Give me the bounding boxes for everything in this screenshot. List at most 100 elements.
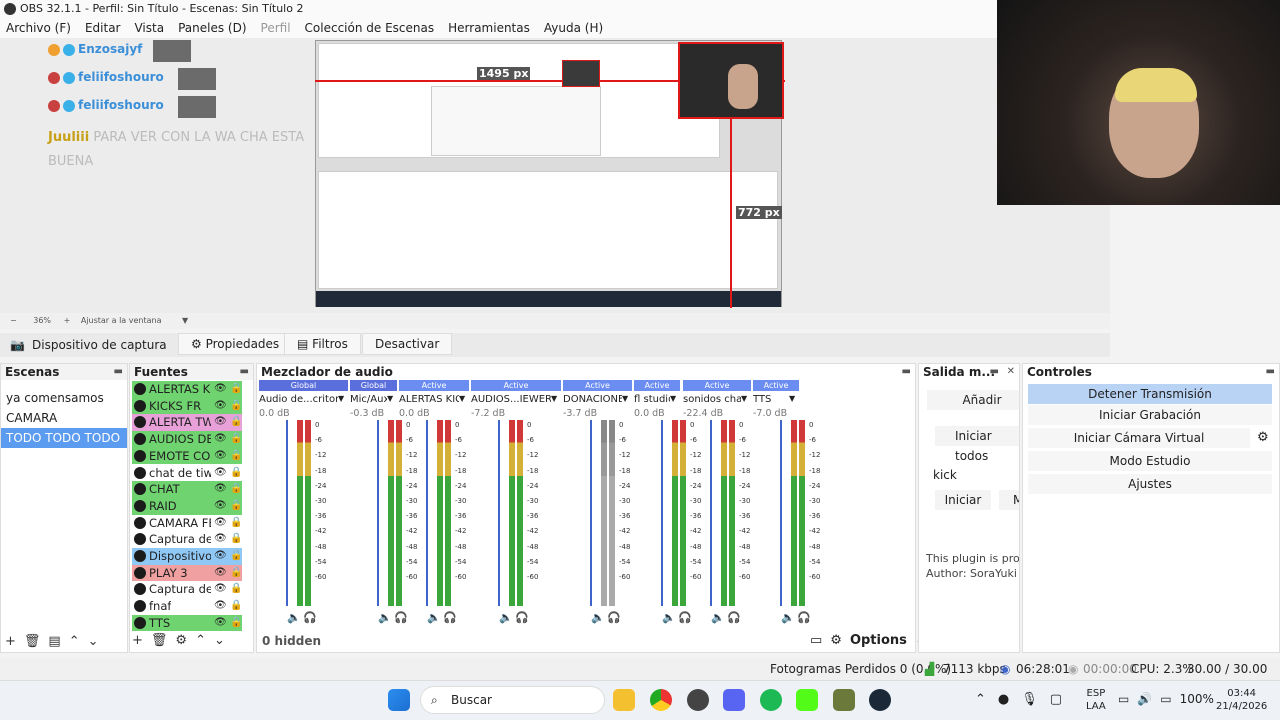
undock-icon[interactable]: ▬ xyxy=(1266,364,1275,380)
volume-slider[interactable] xyxy=(590,420,592,606)
tray-app-icon[interactable]: ● xyxy=(998,692,1009,707)
add-icon[interactable]: + xyxy=(132,633,143,648)
trash-icon[interactable]: 🗑 xyxy=(151,633,168,648)
clock[interactable]: 03:44 21/4/2026 xyxy=(1216,687,1267,713)
speaker-icon[interactable]: 🔈 xyxy=(711,611,725,624)
start-recording-button[interactable]: Iniciar Grabación xyxy=(1028,405,1272,425)
obs-icon[interactable] xyxy=(687,689,709,711)
visibility-eye-icon[interactable]: 👁 xyxy=(214,598,227,615)
source-item[interactable]: KICKS FR 👁 🔒 xyxy=(132,397,242,415)
channel-menu-icon[interactable]: ▼ xyxy=(670,394,676,403)
chevron-down-icon[interactable]: ▼ xyxy=(182,316,188,325)
lock-icon[interactable]: 🔒 xyxy=(230,548,242,565)
source-item[interactable]: Dispositivo de captura👁🔒 xyxy=(132,548,242,565)
lock-icon[interactable]: 🔒 xyxy=(230,465,242,482)
channel-menu-icon[interactable]: ▼ xyxy=(741,394,747,403)
lock-icon[interactable]: 🔒 xyxy=(230,531,242,548)
gear-icon[interactable]: ⚙ xyxy=(1257,430,1269,445)
selected-source-box[interactable] xyxy=(678,42,784,119)
chrome-icon[interactable] xyxy=(650,689,672,711)
system-tray[interactable]: ▭ 🔊 ▭ 100% xyxy=(1118,692,1214,706)
source-item[interactable]: chat de tiwch👁🔒 xyxy=(132,464,242,482)
speaker-icon[interactable]: 🔈 xyxy=(427,611,441,624)
lock-icon[interactable]: 🔒 xyxy=(230,581,242,598)
channel-menu-icon[interactable]: ▼ xyxy=(789,394,795,403)
filter-icon[interactable]: ▤ xyxy=(48,634,60,649)
kick-icon[interactable] xyxy=(796,689,818,711)
visibility-eye-icon[interactable]: 👁 xyxy=(214,481,227,498)
visibility-eye-icon[interactable]: 👁 xyxy=(214,465,227,482)
down-icon[interactable]: ⌄ xyxy=(88,634,99,649)
start-all-button[interactable]: Iniciar todos xyxy=(935,426,1019,463)
source-item[interactable]: CAMARA FEA👁🔒 xyxy=(132,514,242,532)
channel-menu-icon[interactable]: ▼ xyxy=(459,394,465,403)
monitor-icon[interactable]: 🎧 xyxy=(443,611,457,624)
menu-perfil[interactable]: Perfil xyxy=(261,18,291,38)
fit-label[interactable]: Ajustar a la ventana xyxy=(81,316,162,325)
source-item[interactable]: fnaf 👁 🔒 xyxy=(132,598,242,615)
source-item[interactable]: ALERTAS KICK👁🔒 xyxy=(132,381,242,398)
options-button[interactable]: Options xyxy=(850,633,907,648)
speaker-icon[interactable]: 🔈 xyxy=(781,611,795,624)
more-button[interactable]: M xyxy=(999,490,1019,510)
speaker-icon[interactable]: 🔈 xyxy=(499,611,513,624)
gear-icon[interactable]: ⚙ xyxy=(830,633,842,648)
undock-icon[interactable]: ▬ xyxy=(902,364,911,380)
source-item[interactable]: RAID 👁 🔒 xyxy=(132,497,242,515)
trash-icon[interactable]: 🗑 xyxy=(24,634,41,649)
visibility-eye-icon[interactable]: 👁 xyxy=(214,448,227,465)
visibility-eye-icon[interactable]: 👁 xyxy=(214,565,227,582)
lock-icon[interactable]: 🔒 xyxy=(230,481,242,498)
visibility-eye-icon[interactable]: 👁 xyxy=(214,398,227,415)
virtual-camera-button[interactable]: Iniciar Cámara Virtual xyxy=(1028,428,1250,448)
speaker-icon[interactable]: 🔈 xyxy=(287,611,301,624)
zoom-plus[interactable]: + xyxy=(64,316,71,325)
channel-menu-icon[interactable]: ▼ xyxy=(387,394,393,403)
settings-button[interactable]: Ajustes xyxy=(1028,474,1272,494)
volume-slider[interactable] xyxy=(286,420,288,606)
menu-coleccion[interactable]: Colección de Escenas xyxy=(305,18,435,38)
monitor-icon[interactable]: 🎧 xyxy=(607,611,621,624)
source-item[interactable]: PLAY 3 👁 🔒 xyxy=(132,564,242,582)
search-box[interactable]: ⌕ Buscar xyxy=(420,686,605,714)
monitor-icon[interactable]: 🎧 xyxy=(727,611,741,624)
filters-button[interactable]: ▤ Filtros xyxy=(284,333,361,355)
undock-icon[interactable]: ▬ xyxy=(114,364,123,380)
mic-icon[interactable]: 🎙 xyxy=(1021,692,1038,707)
lock-icon[interactable]: 🔒 xyxy=(230,565,242,582)
visibility-eye-icon[interactable]: 👁 xyxy=(214,581,227,598)
add-icon[interactable]: + xyxy=(5,634,16,649)
tray-square-icon[interactable]: ▢ xyxy=(1050,692,1062,707)
visibility-eye-icon[interactable]: 👁 xyxy=(214,548,227,565)
lock-icon[interactable]: 🔒 xyxy=(230,515,242,532)
layout-icon[interactable]: ▭ xyxy=(810,633,822,648)
monitor-icon[interactable]: 🎧 xyxy=(394,611,408,624)
channel-menu-icon[interactable]: ▼ xyxy=(338,394,344,403)
menu-ayuda[interactable]: Ayuda (H) xyxy=(544,18,603,38)
language[interactable]: ESP LAA xyxy=(1086,687,1106,713)
gear-icon[interactable]: ⚙ xyxy=(175,633,187,648)
menu-archivo[interactable]: Archivo (F) xyxy=(6,18,71,38)
menu-editar[interactable]: Editar xyxy=(85,18,121,38)
channel-menu-icon[interactable]: ▼ xyxy=(622,394,628,403)
steam-icon[interactable] xyxy=(869,689,891,711)
source-item[interactable]: TTS 👁 🔒 xyxy=(132,614,242,632)
lock-icon[interactable]: 🔒 xyxy=(230,615,242,632)
start-icon[interactable] xyxy=(388,689,410,711)
scene-item[interactable]: ya comensamos xyxy=(1,388,127,408)
lock-icon[interactable]: 🔒 xyxy=(230,381,242,398)
monitor-icon[interactable]: 🎧 xyxy=(303,611,317,624)
lock-icon[interactable]: 🔒 xyxy=(230,598,242,615)
lock-icon[interactable]: 🔒 xyxy=(230,431,242,448)
visibility-eye-icon[interactable]: 👁 xyxy=(214,431,227,448)
volume-slider[interactable] xyxy=(498,420,500,606)
source-item[interactable]: Captura de pantalla👁🔒 xyxy=(132,581,242,599)
down-icon[interactable]: ⌄ xyxy=(214,633,225,648)
speaker-icon[interactable]: 🔈 xyxy=(378,611,392,624)
source-item[interactable]: Captura de juego👁🔒 xyxy=(132,531,242,548)
menu-paneles[interactable]: Paneles (D) xyxy=(178,18,246,38)
up-icon[interactable]: ⌃ xyxy=(195,633,206,648)
visibility-eye-icon[interactable]: 👁 xyxy=(214,615,227,632)
volume-slider[interactable] xyxy=(710,420,712,606)
chevron-up-icon[interactable]: ⌃ xyxy=(975,692,986,707)
